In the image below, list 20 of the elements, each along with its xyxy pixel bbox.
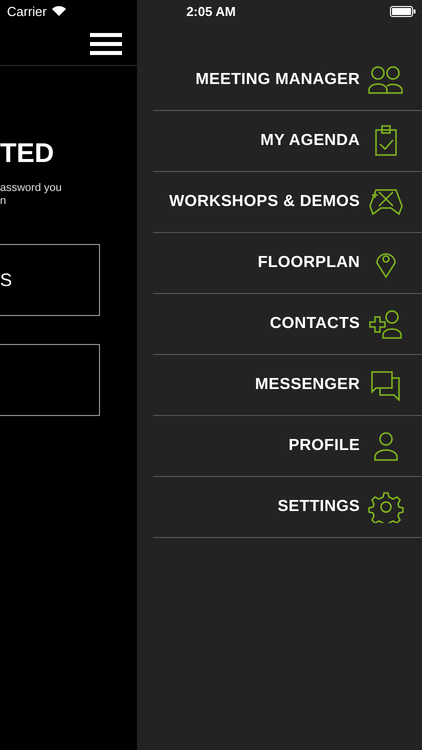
menu-item[interactable]: MEETING MANAGER — [153, 50, 422, 111]
carrier-label: Carrier — [7, 4, 47, 18]
menu-item[interactable]: FLOORPLAN — [153, 233, 422, 294]
menu-item[interactable]: MESSENGER — [153, 355, 422, 416]
menu-item[interactable]: CONTACTS — [153, 294, 422, 355]
description-text: assword you n — [0, 182, 63, 208]
outlined-button[interactable]: S — [0, 244, 100, 316]
menu-button[interactable] — [90, 32, 122, 56]
menu-item[interactable]: MY AGENDA — [153, 111, 422, 172]
wifi-icon — [52, 6, 66, 16]
outlined-button[interactable] — [0, 344, 100, 416]
menu-item[interactable]: PROFILE — [153, 416, 422, 477]
menu-item[interactable]: WORKSHOPS & DEMOS — [153, 172, 422, 233]
status-time: 2:05 AM — [186, 4, 236, 18]
people-icon — [368, 64, 404, 96]
settings-icon — [368, 491, 404, 523]
add-person-icon — [368, 308, 404, 340]
battery-icon — [390, 6, 416, 17]
menu-item[interactable]: SETTINGS — [153, 477, 422, 538]
page-heading: TED — [0, 138, 55, 168]
